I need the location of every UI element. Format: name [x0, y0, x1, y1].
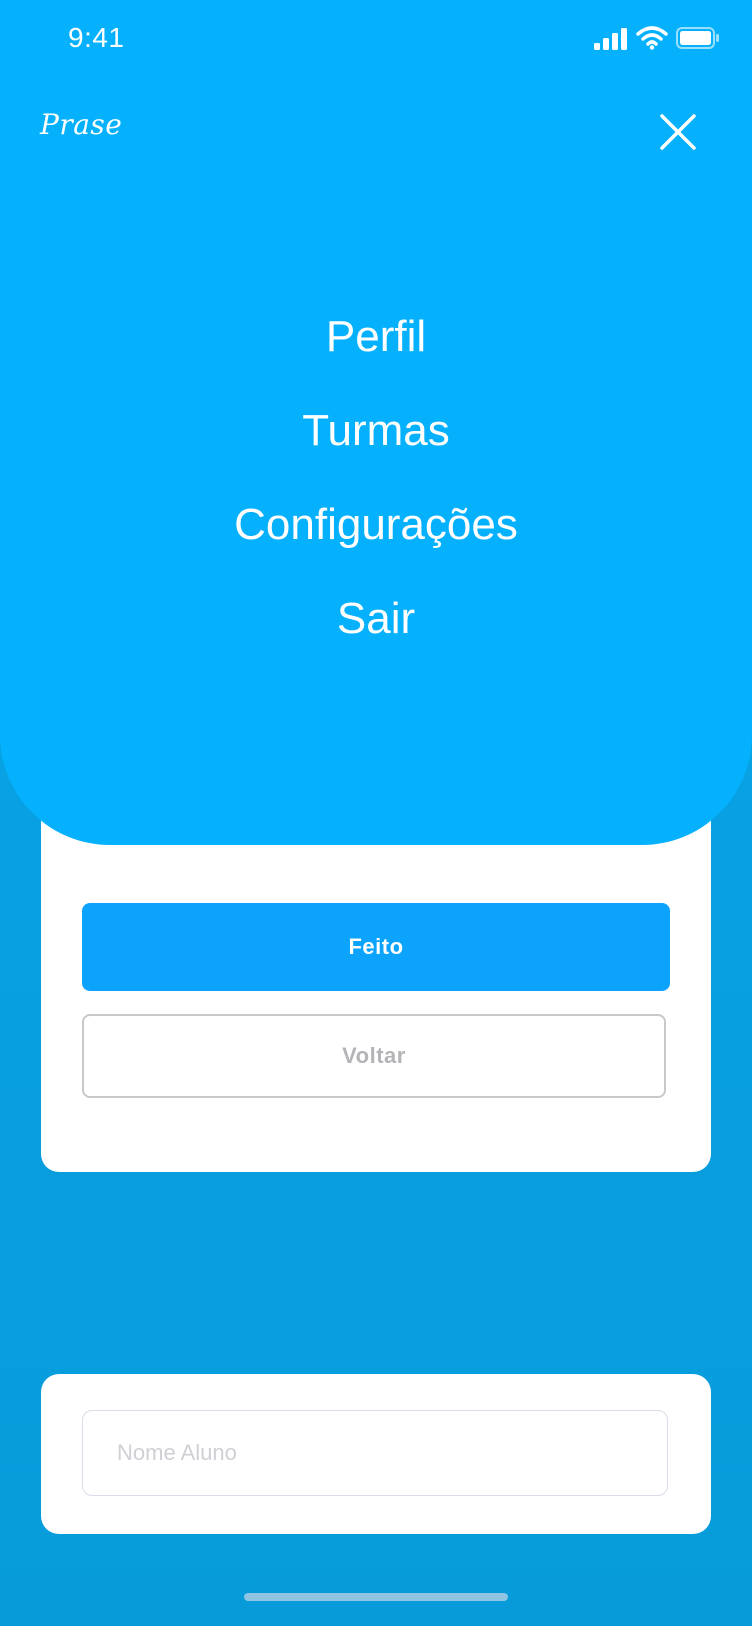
menu-item-turmas[interactable]: Turmas — [0, 384, 752, 478]
wifi-icon — [636, 26, 668, 50]
nav-menu: Perfil Turmas Configurações Sair — [0, 290, 752, 666]
done-button[interactable]: Feito — [82, 903, 670, 991]
battery-icon — [676, 27, 719, 49]
menu-item-configuracoes[interactable]: Configurações — [0, 478, 752, 572]
screen: Feito Voltar 9:41 Prase Perfil Turmas Co… — [0, 0, 752, 1626]
app-logo: Prase — [40, 108, 123, 141]
status-time: 9:41 — [68, 22, 125, 53]
menu-item-sair[interactable]: Sair — [0, 572, 752, 666]
student-name-input[interactable] — [82, 1410, 668, 1496]
close-icon[interactable] — [656, 110, 700, 154]
home-indicator — [244, 1593, 508, 1601]
back-button[interactable]: Voltar — [82, 1014, 666, 1098]
signal-icon — [594, 28, 627, 50]
menu-item-perfil[interactable]: Perfil — [0, 290, 752, 384]
